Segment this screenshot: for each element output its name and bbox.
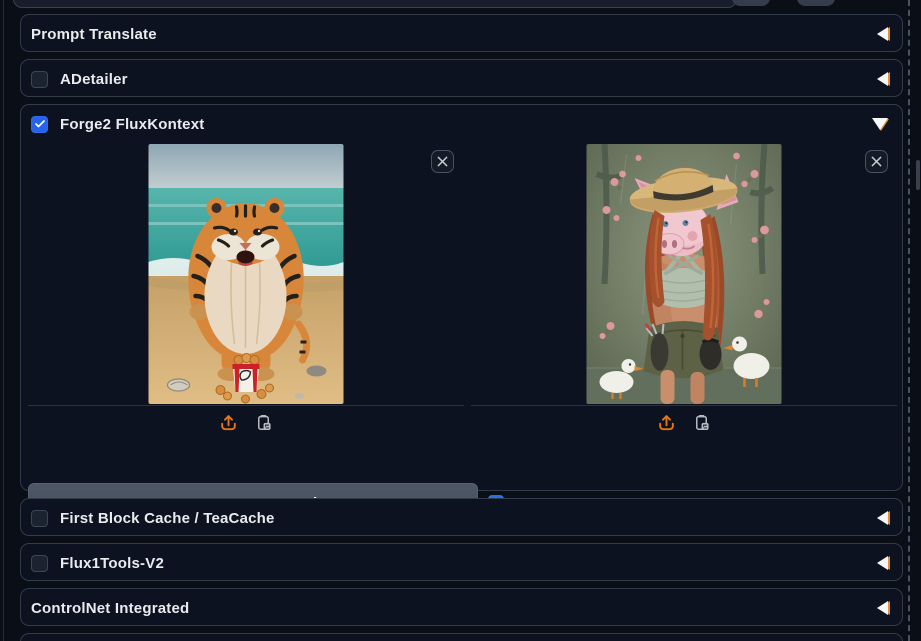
chevron-down-icon	[872, 118, 888, 130]
chevron-left-icon	[877, 511, 888, 525]
accordion-header-prompt-translate[interactable]: Prompt Translate	[21, 15, 902, 53]
accordion-prompt-translate: Prompt Translate	[20, 14, 903, 52]
accordion-label: ADetailer	[60, 70, 128, 88]
close-icon	[871, 156, 882, 167]
accordion-header-controlnet[interactable]: ControlNet Integrated	[21, 589, 902, 627]
upload-image-1-button[interactable]	[217, 411, 240, 434]
column-border	[3, 0, 4, 641]
clear-image-1-button[interactable]	[431, 150, 454, 173]
top-action-button-2[interactable]	[797, 0, 835, 6]
accordion-adetailer: ADetailer	[20, 59, 903, 97]
chevron-left-icon	[877, 556, 888, 570]
check-icon	[34, 120, 45, 128]
upload-icon	[221, 414, 236, 430]
paste-image-2-button[interactable]	[690, 411, 713, 434]
pig-woman-image	[586, 144, 782, 404]
chevron-left-icon	[877, 72, 888, 86]
first-block-cache-enable-checkbox[interactable]	[31, 509, 48, 527]
clipboard-paste-icon	[257, 414, 271, 430]
accordion-label: Prompt Translate	[31, 25, 157, 43]
accordion-label: Flux1Tools-V2	[60, 554, 165, 572]
scrollbar-thumb[interactable]	[916, 160, 920, 190]
kontext-image-2[interactable]	[586, 144, 782, 404]
accordion-label: ControlNet Integrated	[31, 599, 190, 617]
top-action-button-1[interactable]	[732, 0, 770, 6]
prompt-textarea[interactable]	[13, 0, 737, 8]
accordion-controlnet: ControlNet Integrated	[20, 588, 903, 626]
kontext-image-1[interactable]	[148, 144, 344, 404]
column-resize-handle[interactable]	[908, 0, 910, 641]
kontext-image-2-component	[471, 144, 897, 437]
close-icon	[437, 156, 448, 167]
accordion-header-adetailer[interactable]: ADetailer	[21, 60, 902, 98]
chevron-left-icon	[877, 601, 888, 615]
kontext-image-1-component	[28, 144, 464, 437]
accordion-flux1tools: Flux1Tools-V2	[20, 543, 903, 581]
accordion-partial-next[interactable]	[20, 633, 903, 641]
accordion-forge2-fluxkontext: Forge2 FluxKontext	[20, 104, 903, 523]
accordion-header-forge2[interactable]: Forge2 FluxKontext	[21, 105, 902, 143]
accordion-label: Forge2 FluxKontext	[60, 115, 205, 133]
accordion-first-block-cache: First Block Cache / TeaCache	[20, 498, 903, 536]
app-canvas: Prompt Translate ADetailer Forge2 FluxKo…	[0, 0, 921, 641]
clipboard-paste-icon	[695, 414, 709, 430]
tiger-beach-image	[148, 144, 344, 404]
accordion-label: First Block Cache / TeaCache	[60, 509, 275, 527]
image-1-source-row	[28, 406, 464, 438]
accordion-header-flux1tools[interactable]: Flux1Tools-V2	[21, 544, 902, 582]
chevron-left-icon	[877, 27, 888, 41]
clear-image-2-button[interactable]	[865, 150, 888, 173]
flux1tools-enable-checkbox[interactable]	[31, 554, 48, 572]
upload-image-2-button[interactable]	[655, 411, 678, 434]
forge2-enable-checkbox[interactable]	[31, 115, 48, 133]
adetailer-enable-checkbox[interactable]	[31, 70, 48, 88]
paste-image-1-button[interactable]	[252, 411, 275, 434]
forge2-content: swap Kontext 1 and 2 reduced size input(…	[21, 144, 902, 523]
image-2-source-row	[471, 406, 897, 438]
upload-icon	[659, 414, 674, 430]
accordion-header-first-block-cache[interactable]: First Block Cache / TeaCache	[21, 499, 902, 537]
